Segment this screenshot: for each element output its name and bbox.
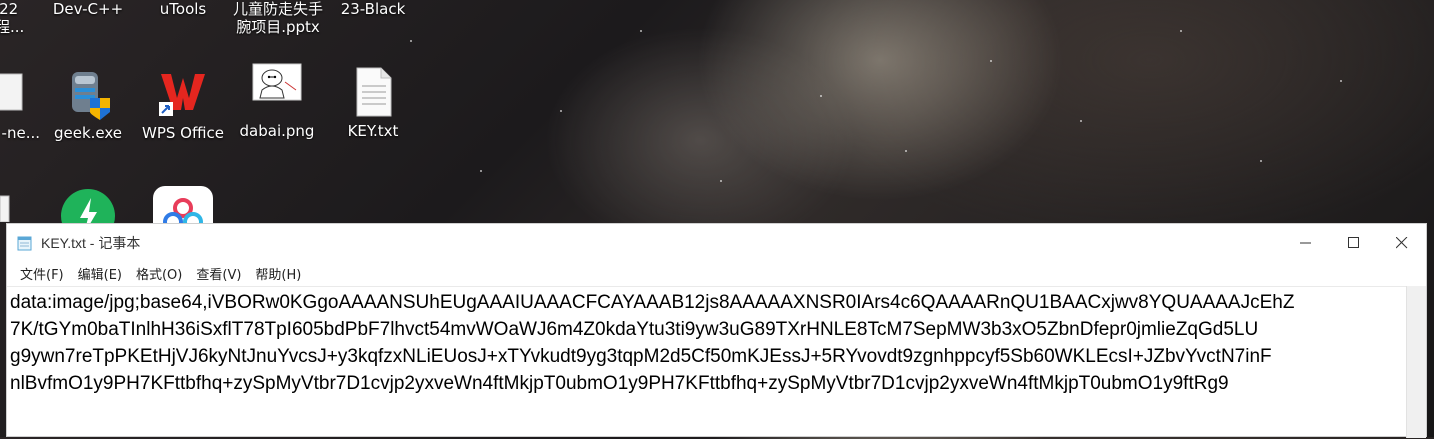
download-app-icon <box>61 189 115 224</box>
notepad-window: KEY.txt - 记事本 文件(F) 编辑(E) 格式(O) 查看(V) 帮助… <box>6 223 1427 439</box>
desktop-icon-pptx[interactable]: 儿童防走失手 腕项目.pptx <box>223 0 333 36</box>
desktop-icon-label: 23-Black <box>340 0 406 18</box>
desktop-icon-2022[interactable]: 2022 期程... <box>0 0 40 36</box>
minimize-icon <box>1300 242 1311 243</box>
text-line: g9ywn7reTpPKEtHjVJ6kyNtJnuYvcsJ+y3kqfzxN… <box>10 346 1272 367</box>
text-line: nlBvfmO1y9PH7KFttbfhq+zySpMyVtbr7D1cvjp2… <box>10 373 1229 394</box>
file-icon <box>0 195 10 223</box>
desktop-icon-download[interactable] <box>60 188 116 224</box>
title-bar[interactable]: KEY.txt - 记事本 <box>7 224 1426 261</box>
vertical-scrollbar[interactable] <box>1406 286 1426 438</box>
desktop-icon-app[interactable] <box>153 186 213 224</box>
close-button[interactable] <box>1378 224 1426 261</box>
menu-file[interactable]: 文件(F) <box>13 262 71 285</box>
maximize-icon <box>1348 236 1359 248</box>
menu-help[interactable]: 帮助(H) <box>248 262 308 285</box>
desktop-icon-devcpp[interactable]: Dev-C++ <box>43 0 133 18</box>
desktop-icon-label: -ne... <box>1 124 40 142</box>
menu-view[interactable]: 查看(V) <box>189 262 248 285</box>
text-line: 7K/tGYm0baTInlhH36iSxflT78TpI605bdPbF7lh… <box>10 319 1259 340</box>
maximize-button[interactable] <box>1330 224 1378 261</box>
text-editor[interactable]: data:image/jpg;base64,iVBORw0KGgoAAAANSU… <box>7 286 1408 439</box>
desktop-icon-label: uTools <box>159 0 207 18</box>
app-icon <box>153 186 213 224</box>
desktop-icon-label: WPS Office <box>142 124 224 142</box>
desktop-icon-label: geek.exe <box>53 124 123 142</box>
desktop-icon-dabai[interactable]: dabai.png <box>232 60 322 140</box>
desktop-icon-label: 儿童防走失手 腕项目.pptx <box>232 0 323 36</box>
text-file-icon <box>349 66 397 117</box>
image-file-icon <box>252 60 302 116</box>
desktop-icon-label: KEY.txt <box>347 122 399 140</box>
window-controls <box>1282 224 1426 261</box>
menu-edit[interactable]: 编辑(E) <box>71 262 129 285</box>
wps-office-icon <box>159 68 207 118</box>
desktop-icon-partial-row3[interactable] <box>0 192 10 223</box>
notepad-icon <box>17 235 33 251</box>
minimize-button[interactable] <box>1282 224 1330 261</box>
desktop-icon-wps[interactable]: WPS Office <box>138 68 228 142</box>
file-icon <box>0 68 24 118</box>
desktop-icon-label: 2022 期程... <box>0 0 25 36</box>
desktop-icon-label: Dev-C++ <box>52 0 124 18</box>
desktop-icon-key-txt[interactable]: KEY.txt <box>328 66 418 140</box>
desktop: 2022 期程... Dev-C++ uTools 儿童防走失手 腕项目.ppt… <box>0 0 1434 225</box>
menu-bar: 文件(F) 编辑(E) 格式(O) 查看(V) 帮助(H) <box>7 261 1426 285</box>
geek-exe-icon <box>64 68 112 120</box>
desktop-icon-partial[interactable]: -ne... <box>0 68 40 142</box>
menu-format[interactable]: 格式(O) <box>129 262 189 285</box>
desktop-icon-23-black[interactable]: 23-Black <box>328 0 418 18</box>
desktop-icon-label: dabai.png <box>239 122 315 140</box>
desktop-icon-geek[interactable]: geek.exe <box>43 68 133 142</box>
text-line: data:image/jpg;base64,iVBORw0KGgoAAAANSU… <box>10 292 1295 313</box>
desktop-icon-utools[interactable]: uTools <box>138 0 228 18</box>
window-title: KEY.txt - 记事本 <box>41 234 141 251</box>
close-icon <box>1396 236 1408 248</box>
